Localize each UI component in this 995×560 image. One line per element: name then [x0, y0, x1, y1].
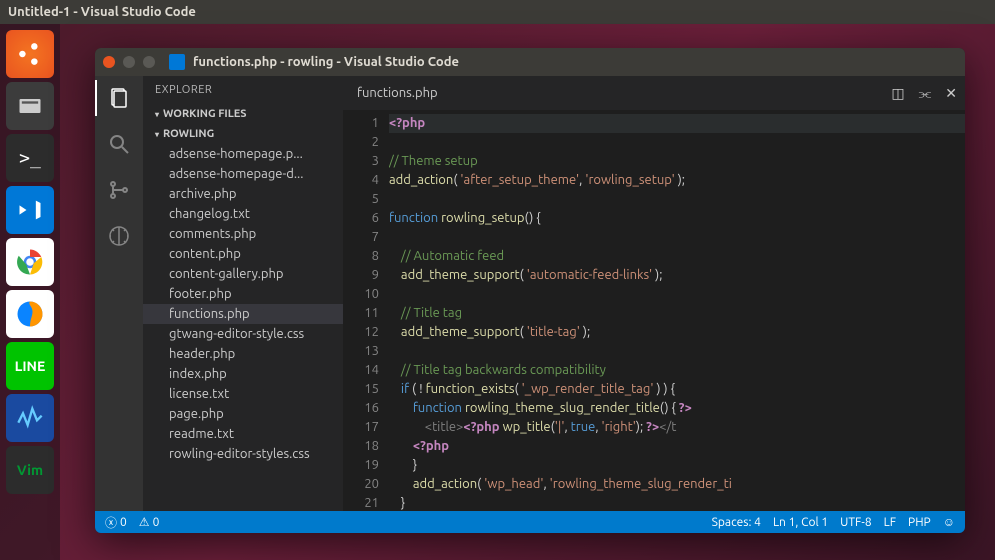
split-editor-icon[interactable]: ◫ [891, 85, 904, 102]
app-icon [169, 54, 185, 70]
sidebar-title: EXPLORER [143, 76, 343, 104]
status-errors[interactable]: ⓧ 0 [105, 514, 127, 531]
status-spaces[interactable]: Spaces: 4 [712, 516, 761, 529]
file-item[interactable]: changelog.txt [143, 204, 343, 224]
sidebar: EXPLORER ▾WORKING FILES ▾ROWLING adsense… [143, 76, 343, 511]
file-item[interactable]: gtwang-editor-style.css [143, 324, 343, 344]
close-tab-icon[interactable]: ✕ [945, 85, 957, 102]
file-item[interactable]: readme.txt [143, 424, 343, 444]
file-item[interactable]: comments.php [143, 224, 343, 244]
window-title: functions.php - rowling - Visual Studio … [193, 55, 459, 69]
chrome-icon[interactable] [6, 238, 54, 286]
explorer-icon[interactable] [105, 84, 133, 112]
status-warnings[interactable]: ⚠ 0 [139, 515, 160, 529]
activity-bar [95, 76, 143, 511]
dash-icon[interactable] [6, 30, 54, 78]
status-encoding[interactable]: UTF-8 [840, 516, 871, 529]
status-cursor[interactable]: Ln 1, Col 1 [773, 516, 828, 529]
minimize-icon[interactable] [123, 56, 135, 68]
file-list: adsense-homepage.p...adsense-homepage-d.… [143, 144, 343, 511]
vscode-icon[interactable] [6, 186, 54, 234]
chevron-down-icon: ▾ [155, 130, 159, 139]
git-icon[interactable] [105, 176, 133, 204]
titlebar[interactable]: functions.php - rowling - Visual Studio … [95, 48, 965, 76]
maximize-icon[interactable] [143, 56, 155, 68]
editor-area: functions.php ◫ ⫘ ✕ 12345678910111213141… [343, 76, 965, 511]
code-content[interactable]: <?php // Theme setupadd_action( 'after_s… [389, 110, 965, 511]
vscode-window: functions.php - rowling - Visual Studio … [95, 48, 965, 533]
tab-functions[interactable]: functions.php [343, 76, 452, 110]
section-working-files[interactable]: ▾WORKING FILES [143, 104, 343, 124]
chevron-down-icon: ▾ [155, 110, 159, 119]
debug-icon[interactable] [105, 222, 133, 250]
tab-bar: functions.php ◫ ⫘ ✕ [343, 76, 965, 110]
terminal-icon[interactable]: >_ [6, 134, 54, 182]
search-icon[interactable] [105, 130, 133, 158]
status-lang[interactable]: PHP [908, 516, 931, 529]
status-feedback-icon[interactable]: ☺ [943, 515, 955, 529]
file-item[interactable]: adsense-homepage-d... [143, 164, 343, 184]
code-editor[interactable]: 123456789101112131415161718192021 <?php … [343, 110, 965, 511]
file-item[interactable]: archive.php [143, 184, 343, 204]
section-project[interactable]: ▾ROWLING [143, 124, 343, 144]
file-item[interactable]: header.php [143, 344, 343, 364]
file-item[interactable]: footer.php [143, 284, 343, 304]
file-item[interactable]: content-gallery.php [143, 264, 343, 284]
file-item[interactable]: functions.php [143, 304, 343, 324]
desktop-menubar: Untitled-1 - Visual Studio Code [0, 0, 995, 24]
status-eol[interactable]: LF [884, 516, 896, 529]
vim-icon[interactable]: Vim [6, 446, 54, 494]
monitor-icon[interactable] [6, 394, 54, 442]
line-icon[interactable]: LINE [6, 342, 54, 390]
firefox-icon[interactable] [6, 290, 54, 338]
file-item[interactable]: index.php [143, 364, 343, 384]
file-item[interactable]: adsense-homepage.p... [143, 144, 343, 164]
file-item[interactable]: rowling-editor-styles.css [143, 444, 343, 464]
line-gutter: 123456789101112131415161718192021 [343, 110, 389, 511]
menubar-title: Untitled-1 - Visual Studio Code [8, 5, 196, 19]
toggle-layout-icon[interactable]: ⫘ [919, 85, 932, 102]
file-item[interactable]: license.txt [143, 384, 343, 404]
close-icon[interactable] [103, 56, 115, 68]
files-icon[interactable] [6, 82, 54, 130]
unity-launcher: >_ LINE Vim [0, 24, 60, 560]
file-item[interactable]: content.php [143, 244, 343, 264]
file-item[interactable]: page.php [143, 404, 343, 424]
status-bar: ⓧ 0 ⚠ 0 Spaces: 4 Ln 1, Col 1 UTF-8 LF P… [95, 511, 965, 533]
